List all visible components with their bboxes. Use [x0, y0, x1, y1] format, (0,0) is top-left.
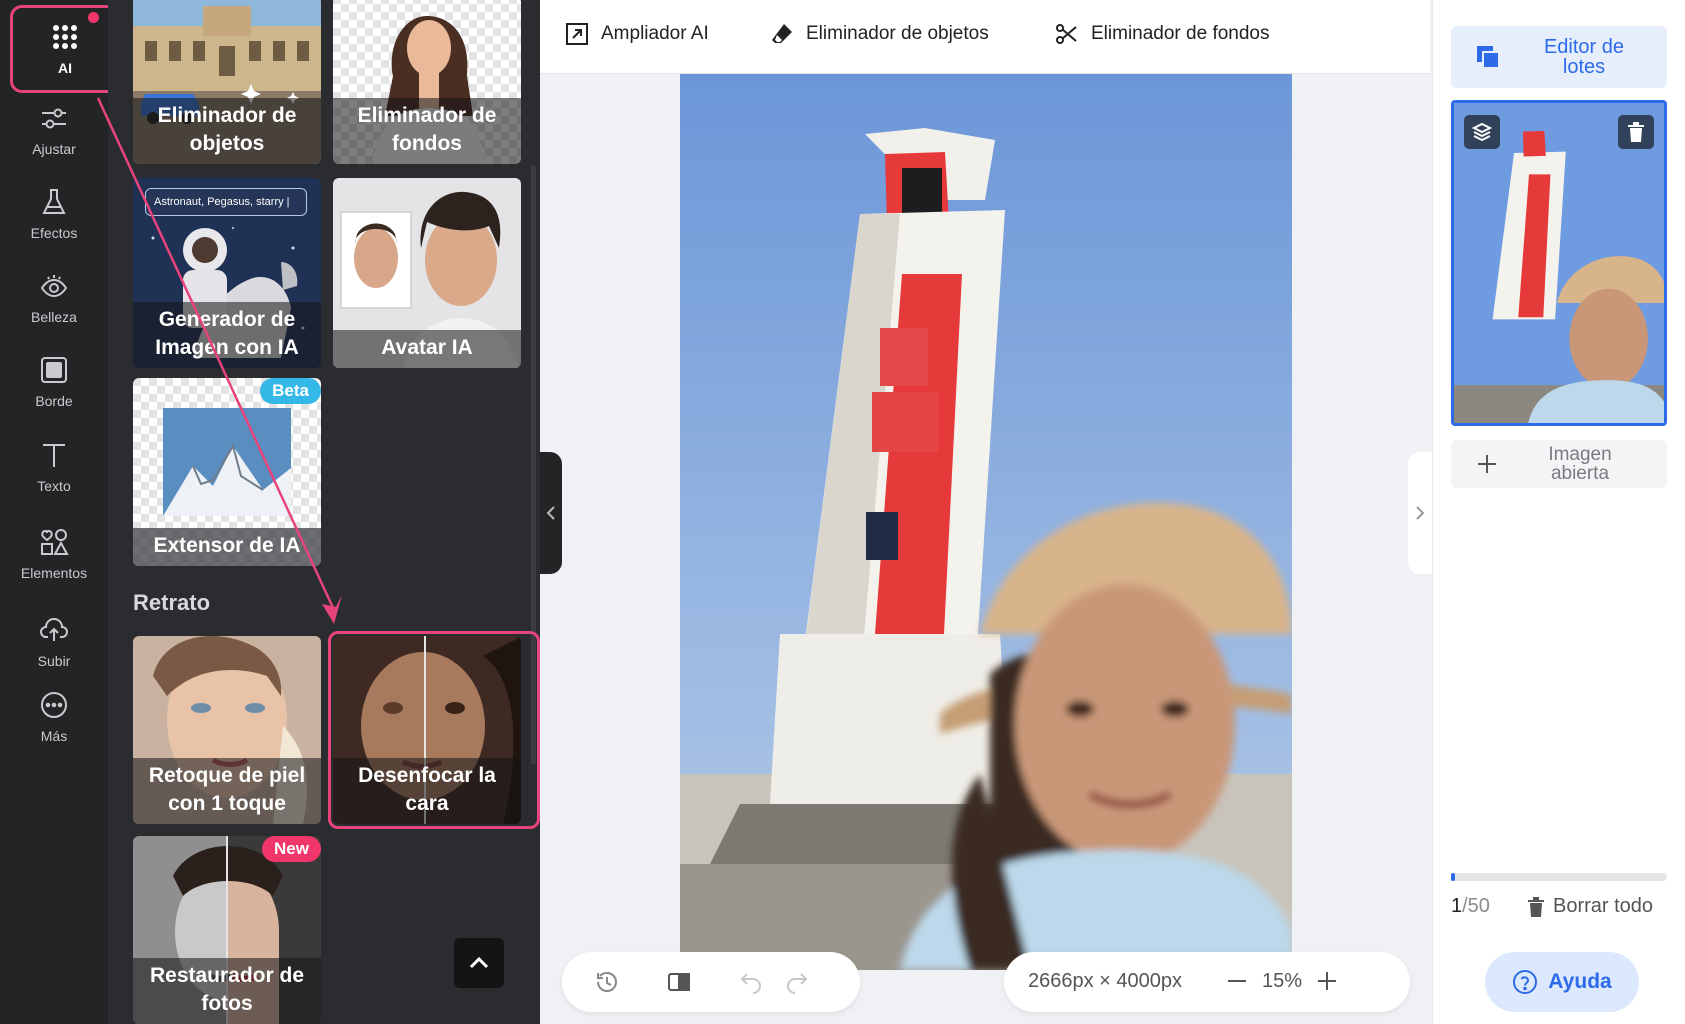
top-toolbar: Ampliador AI Eliminador de objetos Elimi… — [540, 0, 1430, 74]
open-image-button[interactable]: Imagen abierta — [1451, 440, 1667, 488]
cloud-upload-icon — [40, 618, 68, 641]
zoom-level: 15% — [1262, 970, 1303, 992]
upscale-icon — [566, 23, 588, 45]
layers-icon — [1472, 122, 1492, 142]
rail-item-borde[interactable]: Borde — [0, 340, 108, 424]
prompt-chip: Astronaut, Pegasus, starry | — [145, 188, 307, 216]
card-eliminador-objetos[interactable]: Eliminador de objetos — [133, 0, 321, 164]
help-button[interactable]: Ayuda — [1485, 952, 1639, 1012]
rail-item-texto[interactable]: Texto — [0, 425, 108, 509]
card-label: Desenfocar la cara — [333, 758, 521, 824]
chevron-up-icon — [469, 956, 489, 969]
rail-item-label: Elementos — [20, 565, 88, 581]
beta-badge: Beta — [260, 378, 321, 404]
trash-icon — [1628, 122, 1644, 142]
scissors-icon — [1056, 24, 1077, 44]
rail-item-belleza[interactable]: Belleza — [0, 256, 108, 340]
rail-item-efectos[interactable]: Efectos — [0, 172, 108, 256]
eliminador-fondos-button[interactable]: Eliminador de fondos — [1055, 22, 1270, 46]
help-icon — [1513, 970, 1538, 994]
card-desenfocar-cara[interactable]: Desenfocar la cara — [333, 636, 521, 824]
progress-fill — [1451, 873, 1456, 881]
trash-icon — [1528, 896, 1544, 917]
ampliador-ai-button[interactable]: Ampliador AI — [565, 22, 709, 46]
plus-icon — [1478, 455, 1496, 473]
left-tool-rail: AI Ajustar Efectos Belleza Borde Texto E… — [0, 0, 120, 1024]
chevron-right-icon — [1416, 506, 1425, 520]
undo-icon[interactable] — [738, 969, 764, 995]
card-label: Retoque de piel con 1 toque — [133, 758, 321, 824]
rail-item-ai[interactable]: AI — [10, 5, 120, 93]
layers-button[interactable] — [1464, 115, 1500, 149]
lighthouse-girl-photo — [680, 74, 1292, 970]
rail-item-label: Borde — [35, 393, 73, 409]
sliders-icon — [42, 108, 66, 129]
image-count: 1/50 — [1451, 895, 1490, 917]
section-title-retrato: Retrato — [133, 590, 211, 615]
eraser-icon — [772, 24, 792, 43]
rail-item-label: Ajustar — [32, 141, 76, 157]
history-icon[interactable] — [594, 969, 620, 995]
chevron-left-icon — [546, 506, 555, 520]
card-eliminador-fondos[interactable]: Eliminador de fondos — [333, 0, 521, 164]
eliminador-objetos-button[interactable]: Eliminador de objetos — [770, 22, 989, 46]
card-extensor-ia[interactable]: Beta Extensor de IA — [133, 378, 321, 566]
card-label: Restaurador de fotos — [133, 958, 321, 1024]
rail-item-label: Texto — [37, 478, 71, 494]
card-restaurador-fotos[interactable]: New Restaurador de fotos — [133, 836, 321, 1024]
thumbnail-photo — [1454, 103, 1664, 423]
layers-stack-icon — [1477, 46, 1500, 69]
shapes-icon — [41, 529, 69, 555]
card-label: Eliminador de fondos — [333, 98, 521, 164]
image-thumbnail[interactable] — [1451, 100, 1667, 426]
grid-dots-icon — [53, 25, 77, 49]
card-label: Generador de Imagen con IA — [133, 302, 321, 368]
card-avatar-ia[interactable]: Avatar IA — [333, 178, 521, 368]
redo-icon[interactable] — [784, 969, 810, 995]
card-label: Avatar IA — [333, 330, 521, 368]
compare-icon[interactable] — [666, 969, 692, 995]
rail-item-elementos[interactable]: Elementos — [0, 512, 108, 596]
image-dimensions: 2666px × 4000px — [1028, 970, 1183, 992]
rail-item-label: Efectos — [30, 225, 78, 241]
notification-dot — [88, 12, 99, 23]
panel-scrollbar[interactable] — [531, 165, 536, 765]
card-retoque-piel[interactable]: Retoque de piel con 1 toque — [133, 636, 321, 824]
card-label: Extensor de IA — [133, 528, 321, 566]
clear-all-button[interactable]: Borrar todo — [1527, 895, 1653, 918]
upload-progress-bar — [1451, 873, 1667, 881]
delete-image-button[interactable] — [1618, 115, 1654, 149]
rail-item-mas[interactable]: Más — [0, 675, 108, 759]
ai-tools-panel: Eliminador de objetos Eliminador de fond… — [108, 0, 540, 1024]
history-controls — [562, 952, 860, 1012]
rail-item-label: Subir — [37, 653, 71, 669]
eye-icon — [40, 275, 68, 298]
batch-editor-button[interactable]: Editor de lotes — [1451, 26, 1667, 88]
rail-item-label: Más — [40, 728, 68, 744]
text-t-icon — [43, 444, 65, 467]
collapse-right-panel-button[interactable] — [1408, 452, 1432, 574]
zoom-controls: 2666px × 4000px 15% — [1004, 952, 1410, 1012]
zoom-out-icon[interactable] — [1226, 970, 1248, 992]
batch-panel: Editor de lotes Imagen abierta 1/50 Borr… — [1432, 0, 1685, 1024]
rail-item-label: Belleza — [31, 309, 77, 325]
canvas-image[interactable] — [680, 74, 1292, 970]
new-badge: New — [262, 836, 321, 862]
square-frame-icon — [41, 357, 67, 383]
collapse-panel-button[interactable] — [540, 452, 562, 574]
rail-item-label: AI — [58, 60, 72, 76]
more-dots-icon — [41, 692, 67, 718]
rail-item-ajustar[interactable]: Ajustar — [0, 88, 108, 172]
flask-icon — [42, 189, 66, 214]
card-generador-imagen-ia[interactable]: Astronaut, Pegasus, starry | Generador d… — [133, 178, 321, 368]
rail-item-subir[interactable]: Subir — [0, 600, 108, 684]
scroll-to-top-button[interactable] — [454, 938, 504, 988]
card-label: Eliminador de objetos — [133, 98, 321, 164]
zoom-in-icon[interactable] — [1316, 970, 1338, 992]
